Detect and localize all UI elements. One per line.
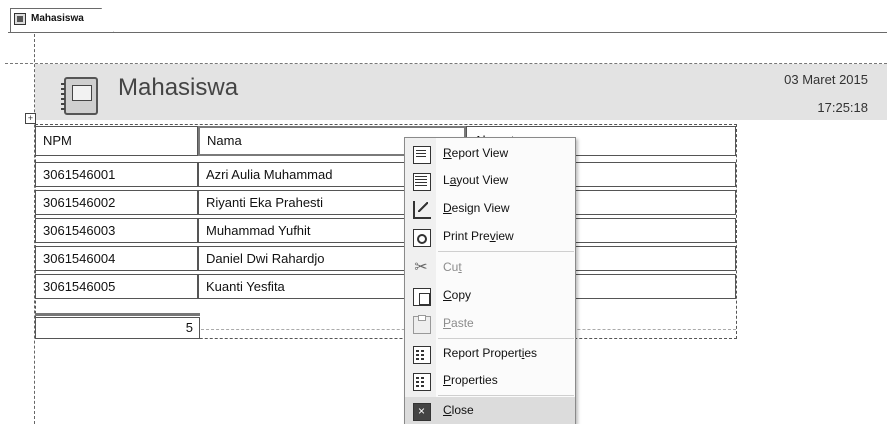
menu-item-copy[interactable]: Copy bbox=[405, 282, 575, 310]
menu-item-cut[interactable]: ✂ Cut bbox=[405, 254, 575, 282]
design-view-icon bbox=[413, 201, 431, 219]
menu-item-label: Print Preview bbox=[443, 229, 514, 243]
menu-item-label: Report Properties bbox=[443, 346, 538, 360]
menu-item-layout-view[interactable]: Layout View bbox=[405, 167, 575, 195]
report-properties-icon bbox=[413, 346, 431, 364]
report-footer-divider bbox=[35, 313, 200, 316]
report-tab-icon bbox=[14, 13, 26, 25]
table-cell-npm[interactable]: 3061546003 bbox=[35, 218, 198, 243]
table-cell-npm[interactable]: 3061546001 bbox=[35, 162, 198, 187]
copy-icon bbox=[413, 288, 431, 306]
layout-move-handle-icon[interactable]: + bbox=[25, 113, 36, 124]
menu-item-label: Cut bbox=[443, 260, 462, 274]
menu-separator bbox=[438, 338, 574, 339]
tab-label: Mahasiswa bbox=[31, 13, 84, 24]
report-icon bbox=[61, 77, 98, 115]
menu-item-label: Layout View bbox=[443, 173, 509, 187]
layout-view-icon bbox=[413, 173, 431, 191]
report-date[interactable]: 03 Maret 2015 bbox=[740, 72, 868, 87]
menu-item-design-view[interactable]: Design View bbox=[405, 195, 575, 223]
menu-item-paste[interactable]: Paste bbox=[405, 310, 575, 338]
properties-icon bbox=[413, 373, 431, 391]
table-cell-npm[interactable]: 3061546002 bbox=[35, 190, 198, 215]
report-view-icon bbox=[413, 146, 431, 164]
table-cell-npm[interactable]: 3061546004 bbox=[35, 246, 198, 271]
print-preview-icon bbox=[413, 229, 431, 247]
report-time[interactable]: 17:25:18 bbox=[740, 100, 868, 115]
menu-item-label: Paste bbox=[443, 316, 474, 330]
record-count-field[interactable]: 5 bbox=[35, 317, 200, 339]
column-header-npm[interactable]: NPM bbox=[35, 126, 198, 156]
menu-separator bbox=[438, 395, 574, 396]
menu-item-report-view[interactable]: Report View bbox=[405, 140, 575, 168]
menu-item-label: Properties bbox=[443, 373, 498, 387]
menu-item-label: Design View bbox=[443, 201, 510, 215]
menu-item-report-properties[interactable]: Report Properties bbox=[405, 340, 575, 368]
menu-item-properties[interactable]: Properties bbox=[405, 367, 575, 395]
menu-separator bbox=[438, 251, 574, 252]
scissors-icon: ✂ bbox=[414, 259, 428, 276]
menu-item-label: Report View bbox=[443, 146, 509, 160]
table-cell-npm[interactable]: 3061546005 bbox=[35, 274, 198, 299]
tab-strip-border bbox=[8, 32, 887, 33]
document-tab-strip bbox=[0, 0, 887, 34]
report-title[interactable]: Mahasiswa bbox=[118, 74, 238, 102]
menu-item-close[interactable]: Close bbox=[405, 397, 575, 424]
paste-icon bbox=[413, 315, 431, 334]
menu-item-print-preview[interactable]: Print Preview bbox=[405, 223, 575, 251]
close-icon bbox=[413, 403, 431, 421]
menu-item-label: Close bbox=[443, 403, 474, 417]
menu-item-label: Copy bbox=[443, 288, 472, 302]
